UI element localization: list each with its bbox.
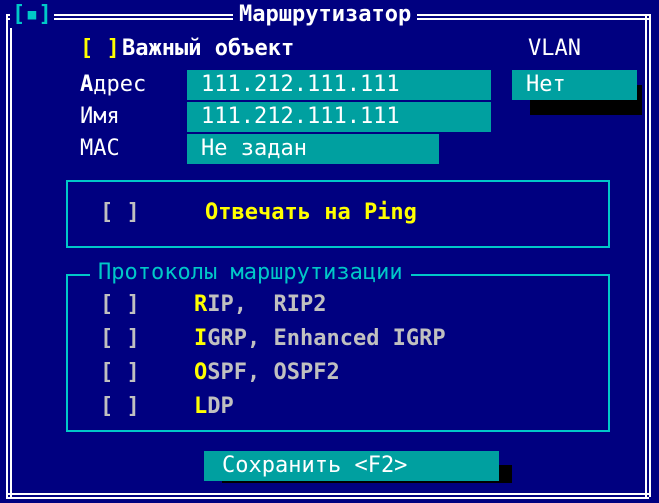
window-title: Маршрутизатор (233, 2, 418, 28)
protocols-group-box (66, 274, 610, 432)
address-label: Адрес (80, 72, 147, 97)
protocol-ldp-hotkey: L (194, 394, 208, 419)
protocol-ospf-hotkey: O (194, 360, 208, 385)
mac-label: MAC (80, 136, 120, 161)
address-field[interactable]: 111.212.111.111 (187, 70, 491, 100)
protocol-rip-label: RIP, RIP2 (194, 292, 326, 317)
ping-label: Отвечать на Ping (205, 200, 417, 225)
vlan-select[interactable]: Нет (512, 70, 637, 100)
name-field[interactable]: 111.212.111.111 (187, 102, 491, 132)
vlan-label: VLAN (528, 36, 581, 61)
protocol-ospf-label: OSPF, OSPF2 (194, 360, 340, 385)
frame-right (645, 14, 651, 497)
close-icon[interactable]: [▪] (10, 2, 54, 28)
frame-bottom (6, 493, 649, 499)
protocol-rip-hotkey: R (194, 292, 208, 317)
protocol-ldp-label: LDP (194, 394, 234, 419)
router-dialog: [▪] Маршрутизатор [ ] Важный объект VLAN… (0, 0, 659, 503)
protocol-igrp-checkbox[interactable]: [ ] (100, 326, 140, 351)
protocol-ldp-rest: DP (207, 394, 234, 419)
protocol-ospf-checkbox[interactable]: [ ] (100, 360, 140, 385)
protocol-rip-rest: IP, RIP2 (207, 292, 327, 317)
protocol-igrp-rest: GRP, Enhanced IGRP (207, 326, 446, 351)
address-label-rest: дрес (93, 72, 147, 97)
protocol-rip-checkbox[interactable]: [ ] (100, 292, 140, 317)
protocol-ldp-checkbox[interactable]: [ ] (100, 394, 140, 419)
important-checkbox[interactable]: [ ] (80, 36, 120, 61)
ping-checkbox[interactable]: [ ] (100, 200, 140, 225)
name-label: Имя (80, 104, 120, 129)
protocol-igrp-label: IGRP, Enhanced IGRP (194, 326, 446, 351)
protocol-igrp-hotkey: I (194, 326, 208, 351)
protocols-group-title: Протоколы маршрутизации (90, 260, 411, 285)
save-button[interactable]: Сохранить <F2> (204, 451, 499, 481)
mac-field[interactable]: Не задан (187, 134, 439, 164)
frame-left (6, 14, 12, 497)
important-label: Важный объект (122, 36, 295, 61)
protocol-ospf-rest: SPF, OSPF2 (207, 360, 340, 385)
